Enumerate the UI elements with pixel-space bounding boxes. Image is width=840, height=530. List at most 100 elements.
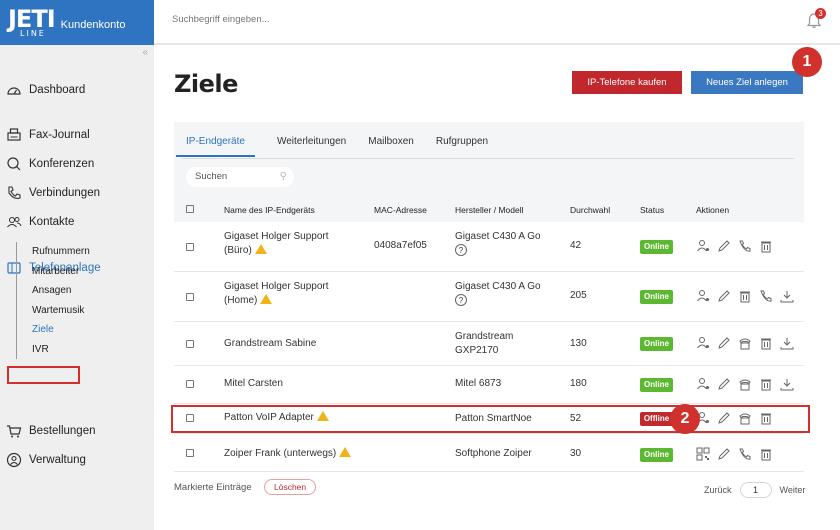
assign-user-icon[interactable] bbox=[696, 239, 710, 253]
warning-icon bbox=[260, 294, 273, 304]
search-placeholder: Suchen bbox=[195, 171, 228, 182]
notification-badge: 3 bbox=[815, 8, 826, 19]
assign-user-icon[interactable] bbox=[696, 377, 710, 391]
extension: 180 bbox=[570, 378, 587, 389]
row-checkbox[interactable] bbox=[186, 340, 194, 348]
dashboard-icon bbox=[7, 87, 21, 95]
status-badge: Online bbox=[640, 337, 673, 351]
sidebar-item-dashboard[interactable]: Dashboard bbox=[6, 82, 85, 98]
provision-icon[interactable] bbox=[780, 289, 794, 303]
device-name[interactable]: Zoiper Frank (unterwegs) bbox=[224, 447, 352, 461]
sidebar-item-verwaltung[interactable]: Verwaltung bbox=[6, 452, 86, 468]
table-row[interactable]: Gigaset Holger Support (Home) Gigaset C43… bbox=[174, 272, 804, 322]
qr-code-icon[interactable] bbox=[696, 447, 710, 461]
pagination-next-button[interactable]: Weiter bbox=[780, 485, 806, 495]
subnav-item-ziele[interactable]: Ziele bbox=[32, 320, 90, 340]
cart-icon bbox=[7, 425, 22, 438]
row-checkbox[interactable] bbox=[186, 243, 194, 251]
callout-badge-1: 1 bbox=[792, 47, 822, 77]
trash-icon[interactable] bbox=[738, 289, 752, 303]
sidebar-item-verbindungen[interactable]: Verbindungen bbox=[6, 185, 100, 201]
subnav-item-ansagen[interactable]: Ansagen bbox=[32, 281, 90, 301]
sidebar-item-bestellungen[interactable]: Bestellungen bbox=[6, 423, 96, 439]
trash-icon[interactable] bbox=[759, 336, 773, 350]
user-circle-icon bbox=[6, 452, 22, 468]
assign-user-icon[interactable] bbox=[696, 289, 710, 303]
search-icon: ⚲ bbox=[279, 171, 287, 182]
call-forward-icon[interactable] bbox=[738, 447, 752, 461]
edit-icon[interactable] bbox=[717, 289, 731, 303]
sidebar-item-kontakte[interactable]: Kontakte bbox=[6, 214, 74, 230]
provision-icon[interactable] bbox=[780, 336, 794, 350]
col-status: Status bbox=[640, 205, 665, 215]
table-search-input[interactable]: Suchen ⚲ bbox=[186, 167, 294, 187]
sidebar-collapse-button[interactable]: « bbox=[142, 47, 148, 58]
help-icon[interactable]: ? bbox=[455, 244, 467, 256]
extension: 205 bbox=[570, 290, 587, 301]
notification-bell-icon[interactable]: 3 bbox=[804, 8, 826, 31]
tab-ip-endgeraete[interactable]: IP-Endgeräte bbox=[176, 136, 255, 157]
row-checkbox[interactable] bbox=[186, 380, 194, 388]
pagination-back-button[interactable]: Zurück bbox=[704, 485, 732, 495]
subnav-item-rufnummern[interactable]: Rufnummern bbox=[32, 242, 90, 262]
subnav-item-mitarbeiter[interactable]: Mitarbeiter bbox=[32, 262, 90, 282]
pagination-page-input[interactable]: 1 bbox=[739, 482, 772, 498]
table-row[interactable]: Mitel Carsten Mitel 6873 180 Online bbox=[174, 366, 804, 404]
table-row[interactable]: Grandstream Sabine Grandstream GXP2170 13… bbox=[174, 322, 804, 366]
top-bar: Suchbegriff eingeben... 3 bbox=[154, 0, 840, 45]
marked-entries-label: Markierte Einträge bbox=[174, 482, 252, 493]
tab-weiterleitungen[interactable]: Weiterleitungen bbox=[277, 136, 346, 157]
buy-ip-phones-button[interactable]: IP-Telefone kaufen bbox=[572, 71, 682, 94]
tab-rufgruppen[interactable]: Rufgruppen bbox=[436, 136, 488, 157]
row-checkbox[interactable] bbox=[186, 293, 194, 301]
subnav-item-wartemusik[interactable]: Wartemusik bbox=[32, 301, 90, 321]
help-icon[interactable]: ? bbox=[455, 294, 467, 306]
table-row[interactable]: Zoiper Frank (unterwegs) Softphone Zoipe… bbox=[174, 434, 804, 472]
new-target-button[interactable]: Neues Ziel anlegen bbox=[691, 71, 803, 94]
device-model: Softphone Zoiper bbox=[455, 448, 532, 459]
subnav-item-ivr[interactable]: IVR bbox=[32, 340, 90, 360]
table-row[interactable]: Gigaset Holger Support (Büro) 0408a7ef05 … bbox=[174, 222, 804, 272]
device-model: Gigaset C430 A Go? bbox=[455, 281, 541, 306]
sidebar-item-label: Verbindungen bbox=[29, 187, 100, 199]
call-forward-icon[interactable] bbox=[738, 239, 752, 253]
trash-icon[interactable] bbox=[759, 239, 773, 253]
edit-icon[interactable] bbox=[717, 239, 731, 253]
edit-icon[interactable] bbox=[717, 377, 731, 391]
row-actions bbox=[696, 447, 780, 461]
call-forward-icon[interactable] bbox=[759, 289, 773, 303]
trash-icon[interactable] bbox=[759, 447, 773, 461]
assign-user-icon[interactable] bbox=[696, 336, 710, 350]
fax-icon bbox=[7, 128, 21, 141]
telefonanlage-subnav: Rufnummern Mitarbeiter Ansagen Wartemusi… bbox=[16, 242, 90, 359]
device-name[interactable]: Gigaset Holger Support (Büro) bbox=[224, 230, 329, 258]
edit-icon[interactable] bbox=[717, 336, 731, 350]
trash-icon[interactable] bbox=[759, 377, 773, 391]
row-checkbox[interactable] bbox=[186, 449, 194, 457]
pagination: Zurück 1 Weiter bbox=[704, 482, 805, 498]
row-actions bbox=[696, 289, 801, 303]
sidebar-item-konferenzen[interactable]: Konferenzen bbox=[6, 156, 94, 172]
tab-mailboxen[interactable]: Mailboxen bbox=[368, 136, 414, 157]
table-header: Name des IP-Endgeräts MAC-Adresse Herste… bbox=[174, 200, 804, 222]
callout-badge-2: 2 bbox=[670, 404, 700, 434]
phone-icon bbox=[8, 186, 21, 199]
provision-icon[interactable] bbox=[780, 377, 794, 391]
brand-logo[interactable]: JETI LINE Kundenkonto bbox=[0, 0, 154, 45]
device-name[interactable]: Mitel Carsten bbox=[224, 377, 283, 391]
edit-icon[interactable] bbox=[717, 447, 731, 461]
global-search-input[interactable]: Suchbegriff eingeben... bbox=[172, 14, 270, 25]
sidebar-item-fax-journal[interactable]: Fax-Journal bbox=[6, 127, 90, 143]
tab-bar: IP-Endgeräte Weiterleitungen Mailboxen R… bbox=[176, 136, 510, 157]
delete-selected-button[interactable]: Löschen bbox=[264, 479, 317, 495]
row-actions bbox=[696, 239, 780, 253]
device-name[interactable]: Gigaset Holger Support (Home) bbox=[224, 280, 329, 308]
device-name[interactable]: Grandstream Sabine bbox=[224, 337, 316, 351]
col-model: Hersteller / Modell bbox=[455, 205, 524, 215]
desk-phone-icon[interactable] bbox=[738, 336, 752, 350]
desk-phone-icon[interactable] bbox=[738, 377, 752, 391]
col-name: Name des IP-Endgeräts bbox=[224, 205, 315, 215]
status-badge: Online bbox=[640, 378, 673, 392]
select-all-checkbox[interactable] bbox=[186, 205, 194, 213]
device-model: Grandstream GXP2170 bbox=[455, 331, 514, 356]
